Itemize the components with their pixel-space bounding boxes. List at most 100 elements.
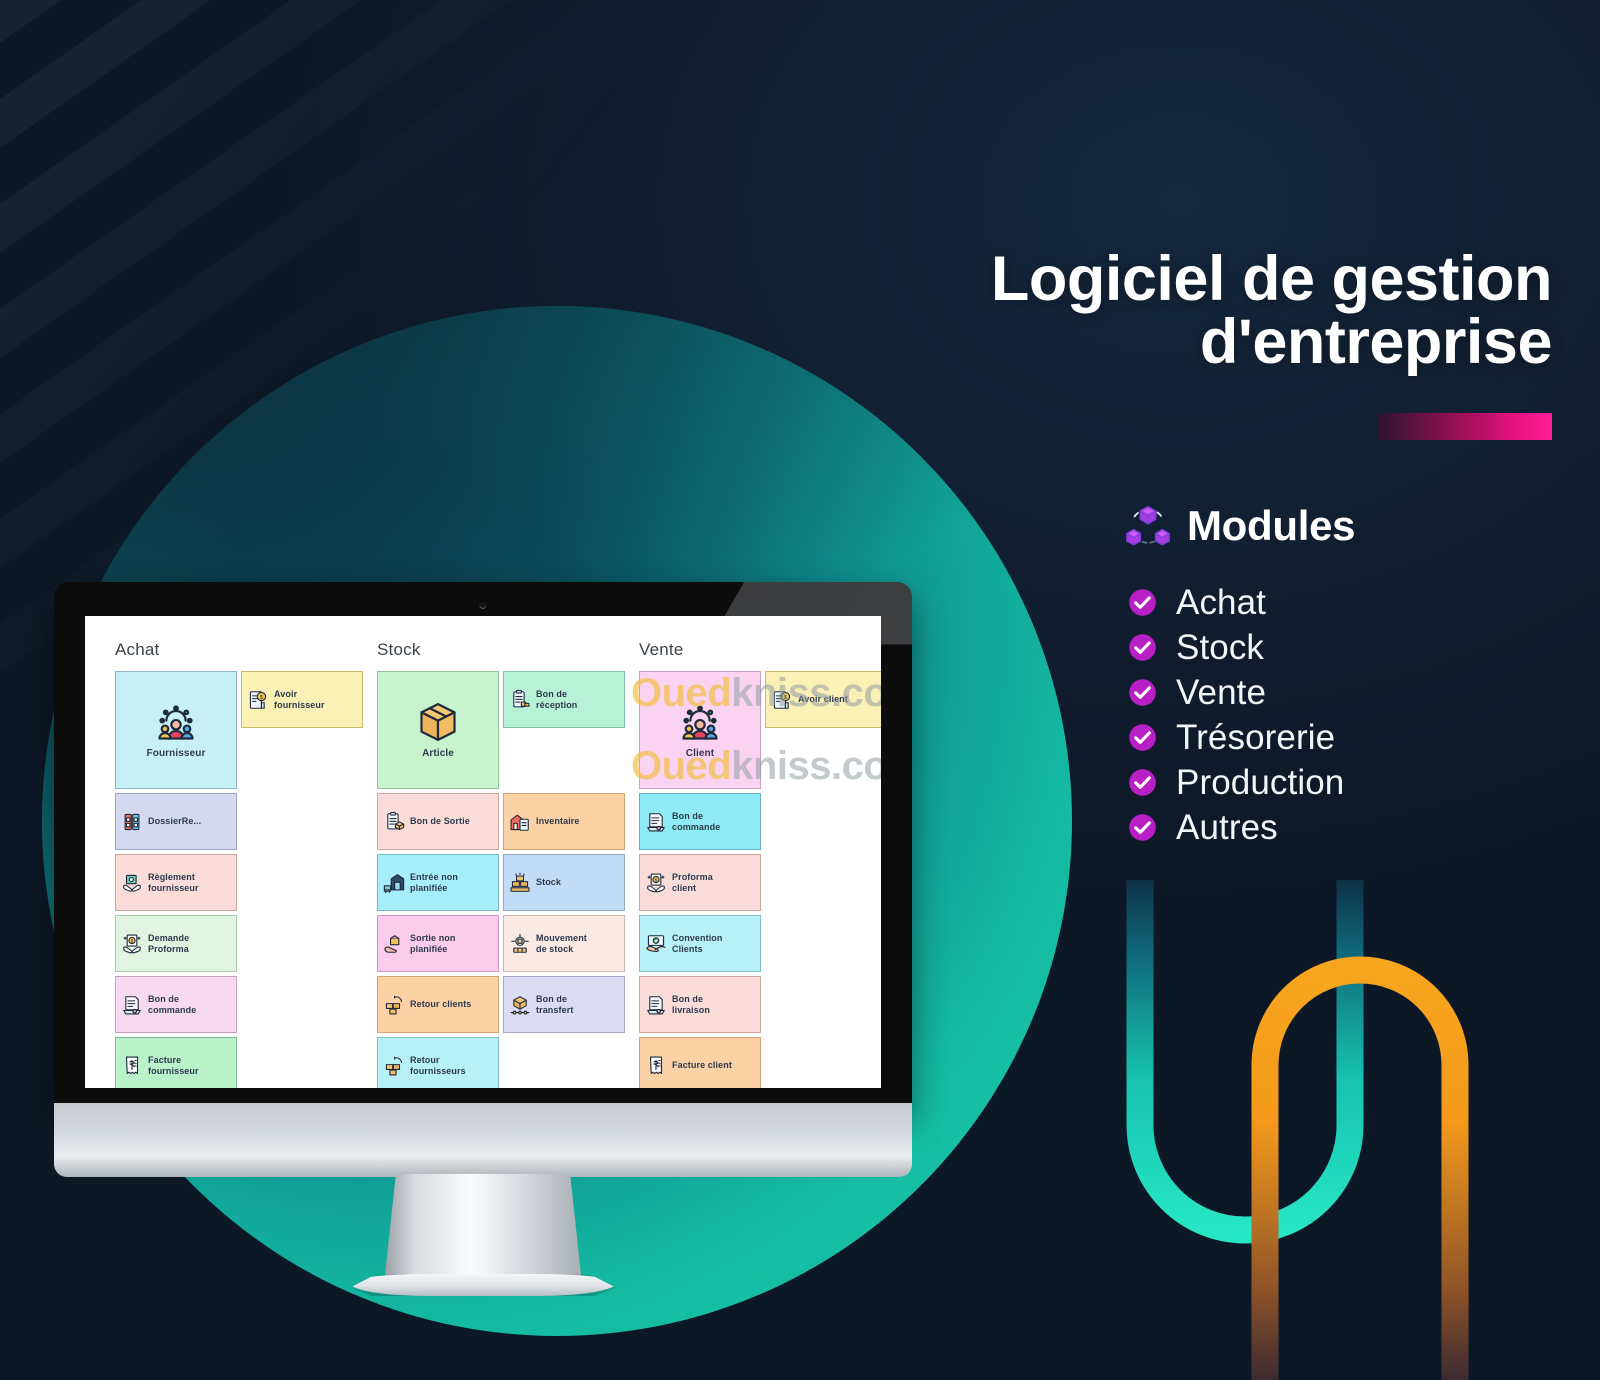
invoice-dollar-icon — [645, 1055, 667, 1077]
module-tile[interactable]: $ Avoir fournisseur — [241, 671, 363, 728]
module-tile[interactable]: DossierRe... — [115, 793, 237, 850]
return-supplier-icon — [385, 1055, 403, 1075]
module-tile[interactable]: $ Avoir client — [765, 671, 881, 728]
module-item-tresorerie[interactable]: Trésorerie — [1128, 715, 1344, 760]
module-item-achat[interactable]: Achat — [1128, 580, 1344, 625]
client-gear-people-icon — [682, 705, 718, 740]
cardboard-box-icon — [416, 700, 460, 744]
tile-label: Sortie non planifiée — [410, 932, 456, 954]
module-tile[interactable]: Client — [639, 671, 761, 789]
module-tile[interactable]: Fournisseur — [115, 671, 237, 789]
module-item-production[interactable]: Production — [1128, 760, 1344, 805]
module-tile[interactable]: Bon de livraison — [639, 976, 761, 1033]
monitor-mockup: Achat Fournisseur $ Avoir fournisseur Doss… — [54, 582, 912, 1296]
tile-label: Bon de Sortie — [410, 816, 470, 827]
grid-spacer — [765, 1037, 881, 1088]
module-tile[interactable]: Sortie non planifiée — [377, 915, 499, 972]
transfer-box-icon — [509, 994, 531, 1016]
handshake-contract-icon — [645, 933, 667, 955]
module-item-autres[interactable]: Autres — [1128, 805, 1344, 850]
tile-label: Facture client — [672, 1060, 732, 1071]
tile-label: Règlement fournisseur — [148, 871, 199, 893]
credit-note-invoice-icon: $ — [771, 689, 793, 711]
module-column-vente: Vente Client $ Avoir client Bon de command… — [625, 640, 881, 1088]
clipboard-receive-icon — [513, 689, 530, 707]
module-tile[interactable]: Facture client — [639, 1037, 761, 1088]
check-circle-icon — [1129, 724, 1156, 751]
order-form-icon — [123, 995, 141, 1014]
module-label: Trésorerie — [1176, 717, 1336, 757]
column-title: Vente — [639, 640, 684, 659]
module-tile[interactable]: Retour clients — [377, 976, 499, 1033]
tile-label: Bon de transfert — [536, 993, 574, 1015]
monitor-base — [54, 1103, 912, 1177]
tile-label: Avoir client — [798, 694, 848, 705]
credit-note-invoice-icon: $ — [249, 690, 267, 709]
warehouse-clipboard-icon — [510, 814, 529, 831]
monitor-screen: Achat Fournisseur $ Avoir fournisseur Doss… — [85, 616, 881, 1088]
grid-spacer — [241, 976, 363, 1033]
return-customer-icon — [385, 994, 403, 1014]
handshake-contract-icon — [646, 934, 666, 952]
order-form-icon — [647, 812, 665, 831]
module-tile[interactable]: Bon de commande — [639, 793, 761, 850]
stock-movement-icon — [511, 933, 529, 953]
module-label: Production — [1176, 762, 1345, 802]
module-columns: Achat Fournisseur $ Avoir fournisseur Doss… — [101, 640, 881, 1088]
unplanned-entry-icon — [383, 873, 405, 893]
module-column-achat: Achat Fournisseur $ Avoir fournisseur Doss… — [101, 640, 363, 1088]
svg-text:$: $ — [131, 938, 134, 944]
module-tile[interactable]: Retour fournisseurs — [377, 1037, 499, 1088]
grid-spacer — [765, 976, 881, 1033]
column-title: Stock — [377, 640, 421, 659]
clipboard-receive-icon — [509, 689, 531, 711]
headline-line-1: Logiciel de gestion — [990, 244, 1553, 314]
module-tile[interactable]: Mouvement de stock — [503, 915, 625, 972]
tile-label: Bon de commande — [148, 993, 197, 1015]
tile-label: Stock — [536, 877, 562, 888]
grid-spacer — [241, 793, 363, 850]
coin-document-hands-icon: $ — [121, 933, 143, 955]
erp-app-window: Achat Fournisseur $ Avoir fournisseur Doss… — [85, 616, 881, 1088]
supplier-gear-people-icon — [154, 700, 198, 744]
module-tile[interactable]: $ Demande Proforma — [115, 915, 237, 972]
monitor-bezel: Achat Fournisseur $ Avoir fournisseur Doss… — [54, 582, 912, 1109]
module-tile[interactable]: Inventaire — [503, 793, 625, 850]
return-customer-icon — [383, 994, 405, 1016]
module-tile[interactable]: $ Proforma client — [639, 854, 761, 911]
invoice-dollar-icon — [649, 1056, 663, 1074]
tile-label: Retour fournisseurs — [410, 1054, 466, 1076]
module-tile[interactable]: Règlement fournisseur — [115, 854, 237, 911]
grid-spacer — [241, 915, 363, 972]
module-tile[interactable]: Entrée non planifiée — [377, 854, 499, 911]
module-label: Vente — [1176, 672, 1267, 712]
column-title: Achat — [115, 640, 160, 659]
module-tile[interactable]: Facture fournisseur — [115, 1037, 237, 1088]
return-supplier-icon — [383, 1055, 405, 1077]
module-item-stock[interactable]: Stock — [1128, 625, 1344, 670]
grid-spacer — [765, 854, 881, 911]
module-tile[interactable]: Bon de commande — [115, 976, 237, 1033]
module-tile[interactable]: Bon de transfert — [503, 976, 625, 1033]
cardboard-box-icon — [420, 703, 456, 742]
module-tile[interactable]: Bon de Sortie — [377, 793, 499, 850]
check-circle-icon — [1129, 679, 1156, 706]
grid-spacer — [241, 854, 363, 911]
module-tile[interactable]: Convention Clients — [639, 915, 761, 972]
unplanned-exit-icon — [384, 934, 400, 953]
delivery-note-icon — [645, 994, 667, 1016]
accent-bar — [1377, 413, 1552, 440]
module-tile[interactable]: Article — [377, 671, 499, 789]
boxes-pallet-icon — [510, 872, 530, 892]
binders-folders-icon — [121, 811, 143, 833]
module-tile[interactable]: Bon de réception — [503, 671, 625, 728]
modules-list: Achat Stock Vente Trésorerie Production … — [1128, 580, 1344, 850]
module-item-vente[interactable]: Vente — [1128, 670, 1344, 715]
module-tile[interactable]: Stock — [503, 854, 625, 911]
tile-label: Demande Proforma — [148, 932, 190, 954]
headline-line-2: d'entreprise — [1199, 307, 1553, 377]
tile-label: Client — [685, 748, 715, 760]
tile-label: Mouvement de stock — [536, 932, 587, 954]
order-form-icon — [121, 994, 143, 1016]
check-circle-icon — [1129, 814, 1156, 841]
